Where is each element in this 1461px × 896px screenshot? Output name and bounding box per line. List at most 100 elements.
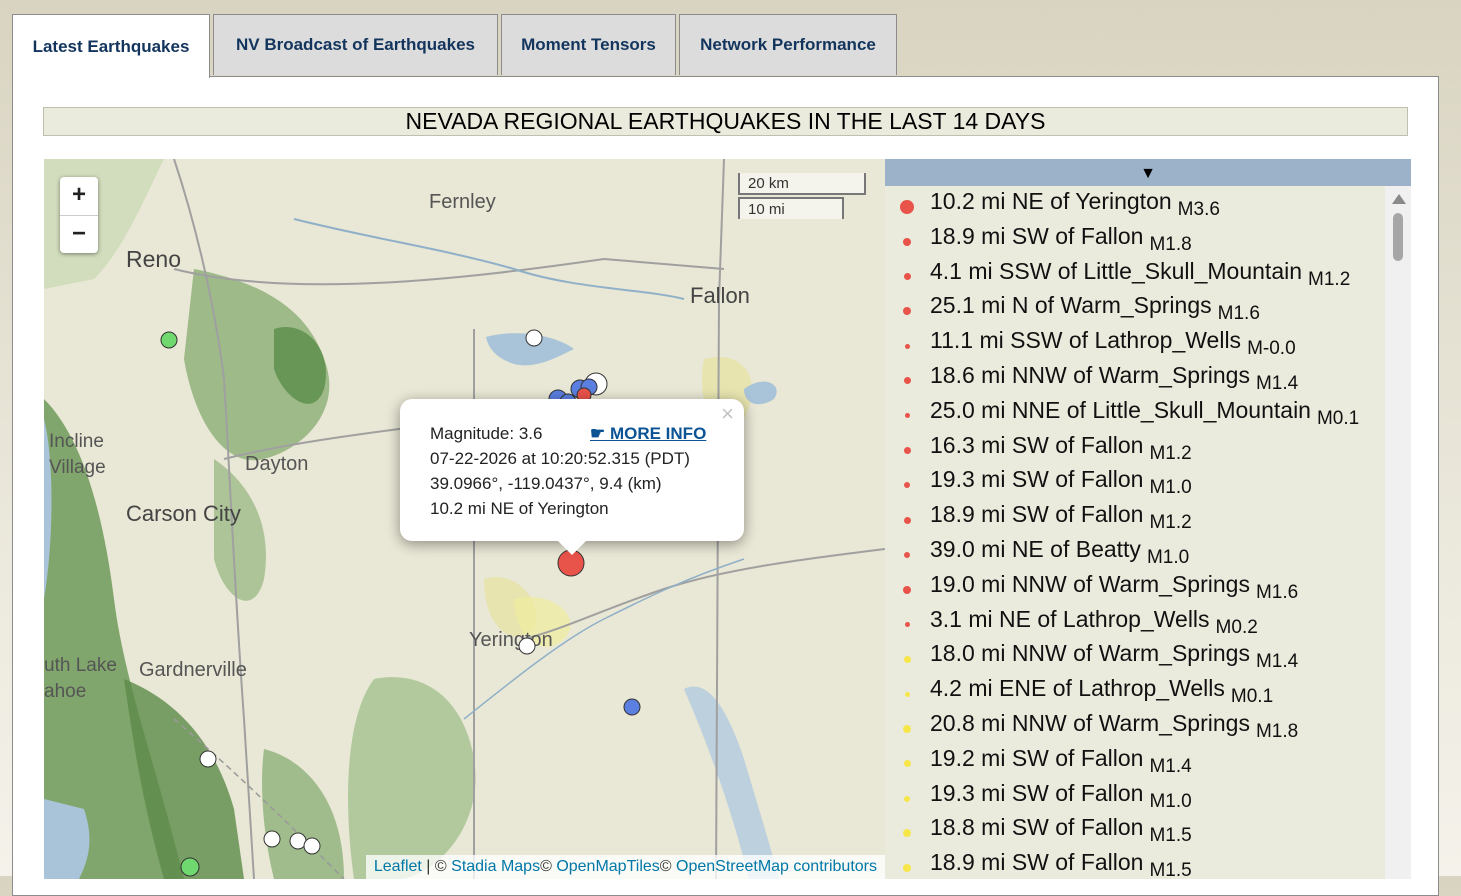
magnitude-dot-icon (904, 622, 910, 628)
quake-marker[interactable] (623, 698, 641, 716)
list-item-magnitude: M1.4 (1149, 755, 1192, 777)
list-item[interactable]: 19.3 mi SW of Fallon M1.0 (885, 778, 1385, 813)
earthquake-list-rows: 10.2 mi NE of Yerington M3.6 18.9 mi SW of… (885, 186, 1385, 879)
magnitude-dot-icon (904, 795, 910, 802)
magnitude-dot-icon (904, 691, 910, 697)
magnitude-dot-icon (904, 413, 910, 419)
list-item[interactable]: 18.9 mi SW of Fallon M1.8 (885, 221, 1385, 256)
tab-latest-earthquakes[interactable]: Latest Earthquakes (12, 14, 210, 78)
popup-tip (556, 539, 588, 555)
list-item-magnitude: M1.0 (1146, 546, 1190, 568)
earthquake-map[interactable]: Fernley Reno Fallon Incline Village Dayt… (44, 159, 885, 879)
list-item-magnitude: M3.6 (1177, 199, 1220, 220)
list-item-magnitude: M1.8 (1255, 720, 1299, 742)
list-item[interactable]: 18.0 mi NNW of Warm_Springs M1.4 (885, 638, 1385, 673)
scale-km: 20 km (738, 173, 866, 195)
list-item-magnitude: M1.2 (1149, 512, 1192, 534)
list-item[interactable]: 4.2 mi ENE of Lathrop_Wells M0.1 (885, 673, 1385, 708)
list-item-magnitude: M1.4 (1255, 372, 1299, 394)
list-sort-header[interactable]: ▼ (885, 159, 1411, 186)
list-item-place: 18.9 mi SW of Fallon (930, 222, 1144, 249)
quake-marker[interactable] (160, 331, 178, 349)
list-item-place: 16.3 mi SW of Fallon (930, 431, 1144, 458)
quake-marker[interactable] (518, 637, 536, 655)
scroll-up-icon[interactable] (1392, 194, 1406, 204)
list-item-text: 19.3 mi SW of Fallon M1.0 (930, 466, 1192, 499)
list-item[interactable]: 18.9 mi SW of Fallon M1.2 (885, 499, 1385, 534)
tab-network-performance[interactable]: Network Performance (679, 14, 897, 75)
magnitude-dot-icon (904, 343, 910, 349)
list-item[interactable]: 3.1 mi NE of Lathrop_Wells M0.2 (885, 604, 1385, 639)
list-item-place: 18.8 mi SW of Fallon (930, 814, 1144, 841)
list-item[interactable]: 10.2 mi NE of Yerington M3.6 (885, 186, 1385, 221)
list-item-magnitude: M1.5 (1149, 860, 1192, 879)
stadia-link[interactable]: Stadia Maps (451, 858, 540, 875)
list-item[interactable]: 19.0 mi NNW of Warm_Springs M1.6 (885, 569, 1385, 604)
earthquake-list: ▼ 10.2 mi NE of Yerington M3.6 18.9 mi SW … (885, 159, 1411, 879)
list-item[interactable]: 39.0 mi NE of Beatty M1.0 (885, 534, 1385, 569)
map-attribution: Leaflet | © Stadia Maps© OpenMapTiles© O… (365, 855, 885, 879)
list-item-text: 39.0 mi NE of Beatty M1.0 (930, 536, 1189, 569)
map-scale: 20 km 10 mi (738, 173, 866, 219)
list-item[interactable]: 19.3 mi SW of Fallon M1.0 (885, 464, 1385, 499)
popup-close-icon[interactable]: × (721, 401, 734, 426)
tab-nv-broadcast[interactable]: NV Broadcast of Earthquakes (213, 14, 498, 75)
list-scrollbar[interactable] (1385, 186, 1411, 879)
openmaptiles-link[interactable]: OpenMapTiles (556, 858, 659, 875)
list-item[interactable]: 25.0 mi NNE of Little_Skull_Mountain M0.1 (885, 395, 1385, 430)
list-item-place: 19.0 mi NNW of Warm_Springs (930, 570, 1250, 597)
list-item[interactable]: 4.1 mi SSW of Little_Skull_Mountain M1.2 (885, 256, 1385, 291)
attrib-sep: | © (421, 858, 452, 875)
scale-mi: 10 mi (738, 197, 844, 219)
list-item[interactable]: 18.8 mi SW of Fallon M1.5 (885, 812, 1385, 847)
tab-moment-tensors[interactable]: Moment Tensors (501, 14, 676, 75)
openstreetmap-link[interactable]: OpenStreetMap contributors (676, 858, 877, 875)
list-item-place: 3.1 mi NE of Lathrop_Wells (930, 605, 1210, 632)
list-item-text: 3.1 mi NE of Lathrop_Wells M0.2 (930, 606, 1258, 639)
list-item-place: 4.2 mi ENE of Lathrop_Wells (930, 675, 1225, 702)
quake-marker[interactable] (180, 857, 200, 877)
list-item-text: 18.9 mi SW of Fallon M1.5 (930, 849, 1192, 879)
list-item-place: 25.1 mi N of Warm_Springs (930, 292, 1212, 319)
more-info-link[interactable]: ☛ MORE INFO (590, 421, 706, 446)
magnitude-dot-icon (903, 655, 911, 663)
list-item-place: 18.6 mi NNW of Warm_Springs (930, 361, 1250, 388)
content-panel: NEVADA REGIONAL EARTHQUAKES IN THE LAST … (12, 76, 1439, 896)
magnitude-dot-icon (903, 377, 911, 385)
zoom-out-button[interactable]: − (60, 215, 98, 253)
popup-place: 10.2 mi NE of Yerington (430, 499, 609, 518)
list-item[interactable]: 18.6 mi NNW of Warm_Springs M1.4 (885, 360, 1385, 395)
list-item[interactable]: 16.3 mi SW of Fallon M1.2 (885, 430, 1385, 465)
attrib-copy-2: © (659, 858, 676, 875)
list-item-text: 19.2 mi SW of Fallon M1.4 (930, 745, 1192, 778)
list-item[interactable]: 18.9 mi SW of Fallon M1.5 (885, 847, 1385, 879)
list-item-magnitude: M0.1 (1230, 686, 1274, 708)
leaflet-link[interactable]: Leaflet (374, 858, 422, 875)
zoom-control: + − (60, 177, 98, 253)
list-item[interactable]: 19.2 mi SW of Fallon M1.4 (885, 743, 1385, 778)
attrib-copy-1: © (540, 858, 557, 875)
list-item-text: 11.1 mi SSW of Lathrop_Wells M-0.0 (930, 327, 1296, 360)
magnitude-dot-icon (903, 829, 911, 838)
list-item-text: 18.9 mi SW of Fallon M1.2 (930, 501, 1192, 534)
list-item-magnitude: M0.2 (1215, 616, 1258, 638)
list-item[interactable]: 11.1 mi SSW of Lathrop_Wells M-0.0 (885, 325, 1385, 360)
list-item-text: 18.9 mi SW of Fallon M1.8 (930, 223, 1192, 256)
list-item-place: 18.9 mi SW of Fallon (930, 849, 1144, 876)
quake-marker[interactable] (303, 837, 321, 855)
magnitude-dot-icon (900, 200, 914, 214)
sort-down-icon: ▼ (1140, 165, 1156, 182)
list-item-magnitude: M1.0 (1149, 477, 1192, 499)
list-item-magnitude: M1.6 (1217, 303, 1260, 325)
list-item-text: 4.2 mi ENE of Lathrop_Wells M0.1 (930, 675, 1273, 708)
quake-marker[interactable] (263, 830, 281, 848)
scroll-thumb[interactable] (1393, 213, 1403, 261)
list-item[interactable]: 25.1 mi N of Warm_Springs M1.6 (885, 290, 1385, 325)
list-item-place: 19.3 mi SW of Fallon (930, 466, 1144, 493)
quake-marker[interactable] (199, 750, 217, 768)
list-item-place: 25.0 mi NNE of Little_Skull_Mountain (930, 396, 1311, 423)
list-item-magnitude: M1.8 (1149, 233, 1192, 255)
quake-marker[interactable] (525, 329, 543, 347)
zoom-in-button[interactable]: + (60, 177, 98, 215)
list-item[interactable]: 20.8 mi NNW of Warm_Springs M1.8 (885, 708, 1385, 743)
